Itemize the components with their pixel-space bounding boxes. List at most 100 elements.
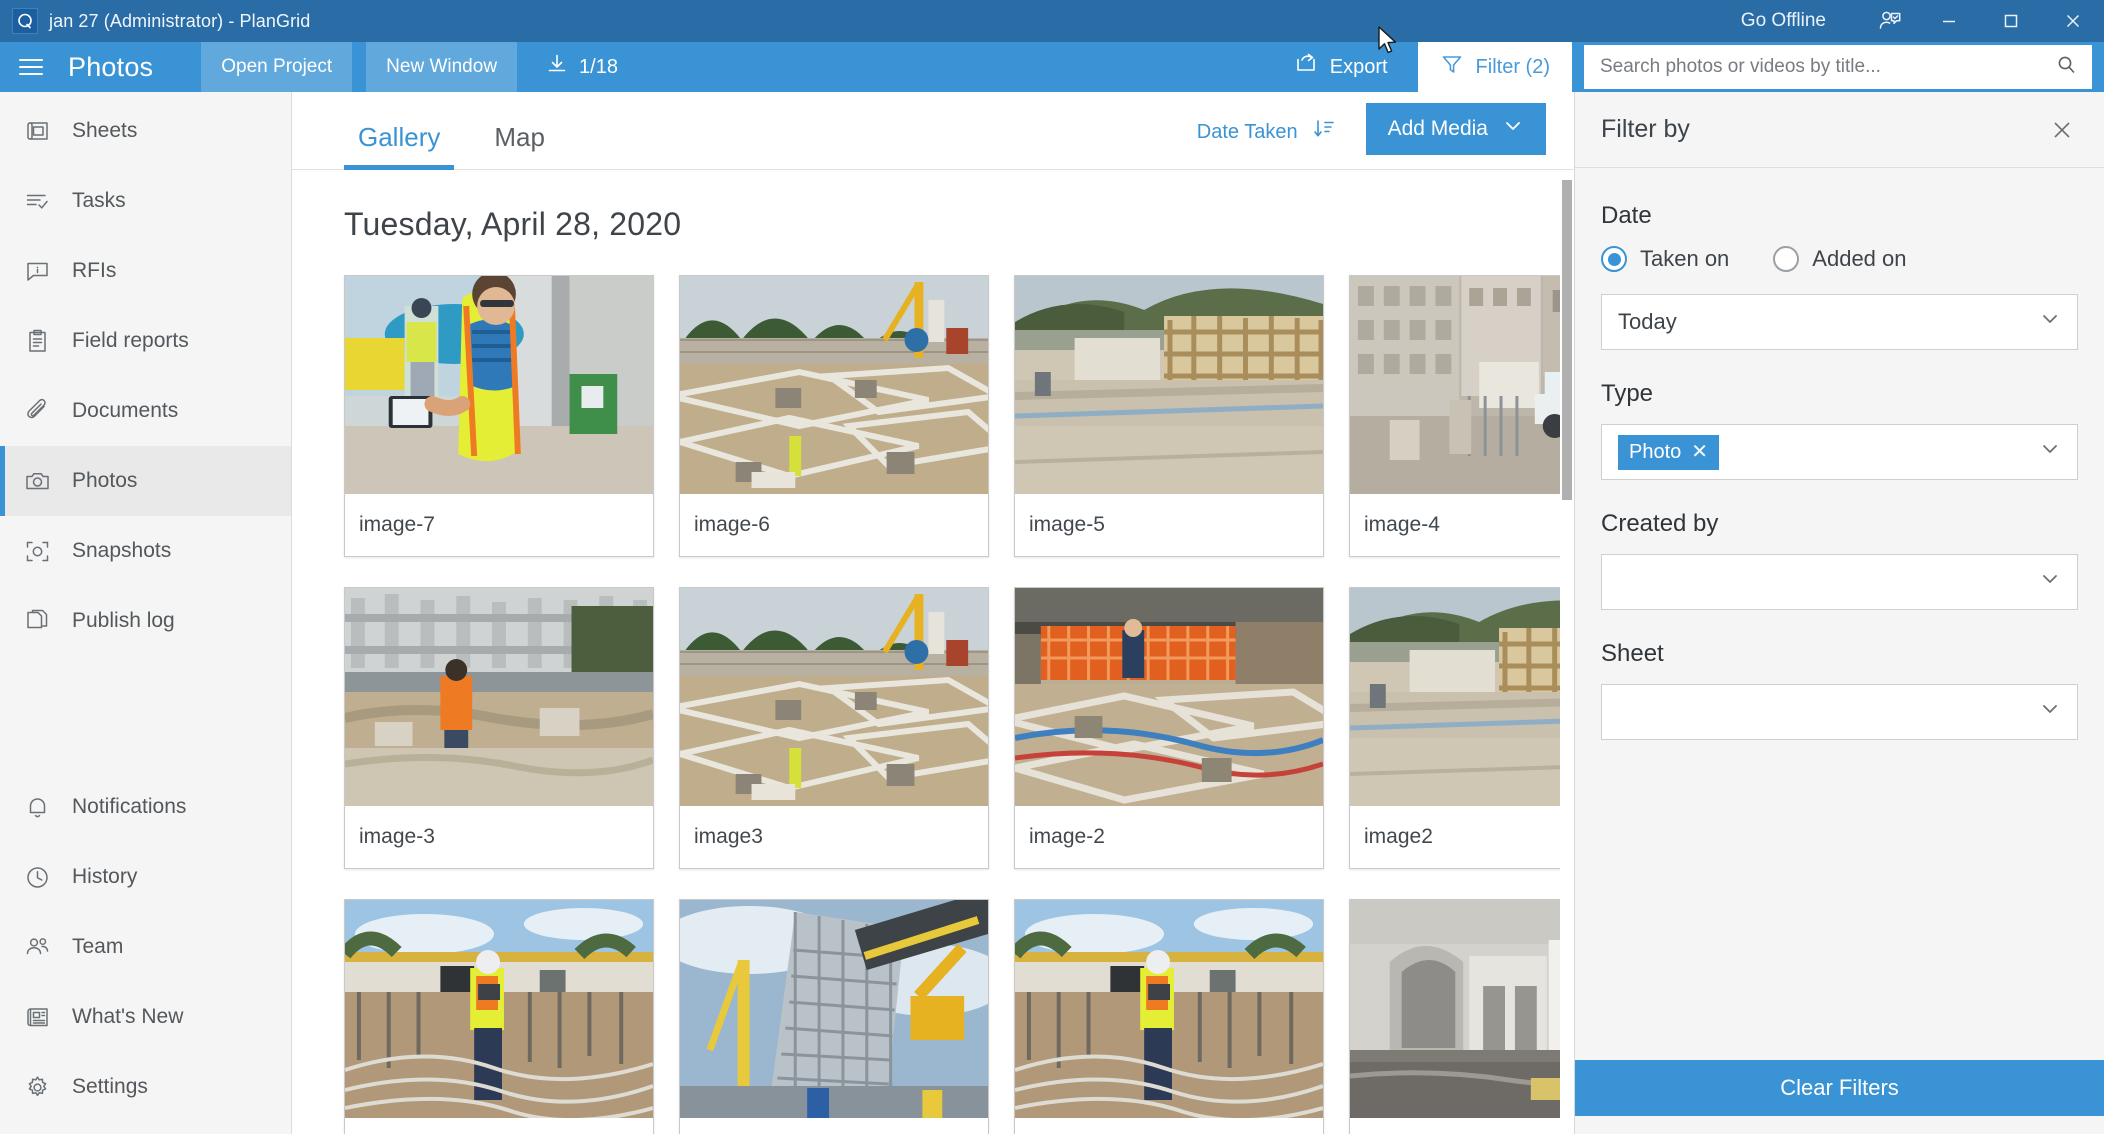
photo-title: image0 (1350, 1118, 1574, 1134)
radio-dot (1773, 246, 1800, 272)
photo-thumbnail-rebar-orange-fence[interactable] (1015, 588, 1323, 806)
open-project-button[interactable]: Open Project (201, 42, 353, 92)
scrollbar-thumb[interactable] (1562, 180, 1572, 500)
export-label: Export (1329, 55, 1388, 78)
sidebar-item-field-reports[interactable]: Field reports (0, 306, 291, 376)
date-group-heading: Tuesday, April 28, 2020 (344, 206, 682, 242)
photo-grid: image-7 image-6 image-5 image-4 image-3 … (344, 275, 1574, 1134)
bell-icon (22, 792, 52, 822)
close-icon[interactable] (2046, 114, 2078, 146)
photo-card[interactable]: image-4 (1349, 275, 1574, 557)
search-input[interactable] (1584, 45, 2092, 89)
sidebar-item-label: History (72, 865, 138, 888)
photo-card[interactable]: image2 (1349, 587, 1574, 869)
photo-thumbnail-urban-street-excavator[interactable] (1350, 276, 1574, 494)
close-icon[interactable] (2042, 0, 2104, 42)
gallery-scroll-region: Tuesday, April 28, 2020 image-7 image-6 … (292, 170, 1574, 1134)
gallery-scrollbar[interactable] (1560, 170, 1574, 1134)
add-media-button[interactable]: Add Media (1365, 103, 1546, 155)
app-toolbar: Photos Open Project New Window 1/18 Expo… (0, 42, 2104, 92)
photo-thumbnail-rebar-worker-sky[interactable] (1015, 900, 1323, 1118)
radio-added-on[interactable]: Added on (1773, 246, 1907, 272)
tab-map[interactable]: Map (480, 122, 559, 169)
filter-panel-title: Filter by (1601, 115, 1690, 143)
sort-control[interactable]: Date Taken (1197, 117, 1336, 169)
tasks-checklist-icon (22, 186, 52, 216)
photo-card[interactable]: image-5 (1014, 275, 1324, 557)
photo-card[interactable]: image0 (1349, 899, 1574, 1134)
funnel-filter-icon (1440, 52, 1464, 82)
maximize-icon[interactable] (1980, 0, 2042, 42)
download-progress[interactable]: 1/18 (539, 52, 624, 82)
type-select[interactable]: Photo ✕ (1601, 424, 2078, 480)
sidebar-navigation: Sheets Tasks RFIs Field reports Document… (0, 92, 292, 1134)
new-window-button[interactable]: New Window (366, 42, 518, 92)
gallery-tabs-bar: Gallery Map Date Taken Add Media (292, 92, 1574, 170)
radio-label: Taken on (1640, 246, 1730, 271)
copy-pages-icon (22, 606, 52, 636)
go-offline-button[interactable]: Go Offline (1741, 10, 1826, 32)
sidebar-item-settings[interactable]: Settings (0, 1052, 291, 1122)
radio-taken-on[interactable]: Taken on (1601, 246, 1729, 272)
sidebar-item-photos[interactable]: Photos (0, 446, 291, 516)
photo-card[interactable]: image-6 (679, 275, 989, 557)
photo-title: image-0 (1015, 1118, 1323, 1134)
page-title: Photos (68, 51, 154, 82)
clear-filters-button[interactable]: Clear Filters (1575, 1060, 2104, 1116)
sidebar-item-notifications[interactable]: Notifications (0, 772, 291, 842)
photo-thumbnail-foundation-crane-trees[interactable] (680, 276, 988, 494)
photo-card[interactable]: image3 (679, 587, 989, 869)
search-box[interactable] (1584, 45, 2092, 89)
people-icon (22, 932, 52, 962)
sidebar-item-tasks[interactable]: Tasks (0, 166, 291, 236)
sidebar-item-snapshots[interactable]: Snapshots (0, 516, 291, 586)
hamburger-menu-icon[interactable] (0, 42, 62, 92)
chevron-down-icon (2039, 568, 2061, 596)
chip-remove-icon[interactable]: ✕ (1691, 442, 1708, 462)
sidebar-item-team[interactable]: Team (0, 912, 291, 982)
camera-icon (22, 466, 52, 496)
gallery-content: Tuesday, April 28, 2020 image-7 image-6 … (292, 170, 1574, 1134)
photo-thumbnail-worker-tablet-pipes[interactable] (345, 276, 653, 494)
photo-thumbnail-scaffold-crane-boom[interactable] (680, 900, 988, 1118)
snapshot-frame-icon (22, 536, 52, 566)
sidebar-item-whats-new[interactable]: What's New (0, 982, 291, 1052)
window-title: jan 27 (Administrator) - PlanGrid (49, 10, 311, 31)
sheet-select[interactable] (1601, 684, 2078, 740)
minimize-icon[interactable] (1918, 0, 1980, 42)
type-chip-photo[interactable]: Photo ✕ (1618, 434, 1720, 470)
photo-thumbnail-site-worker-rubble[interactable] (345, 588, 653, 806)
clipboard-icon (22, 326, 52, 356)
photo-thumbnail-rebar-worker-sky[interactable] (345, 900, 653, 1118)
photo-card[interactable]: image1 (679, 899, 989, 1134)
sidebar-item-documents[interactable]: Documents (0, 376, 291, 446)
filter-button[interactable]: Filter (2) (1417, 42, 1572, 92)
sidebar-item-label: Settings (72, 1075, 148, 1098)
photo-thumbnail-foundation-crane-trees[interactable] (680, 588, 988, 806)
export-button[interactable]: Export (1279, 42, 1402, 92)
sidebar-item-sheets[interactable]: Sheets (0, 96, 291, 166)
sidebar-item-label: Team (72, 935, 124, 958)
photo-thumbnail-interior-hallway[interactable] (1350, 900, 1574, 1118)
photo-card[interactable]: image-0 (1014, 899, 1324, 1134)
tab-gallery[interactable]: Gallery (344, 122, 455, 170)
sidebar-item-label: RFIs (72, 259, 117, 282)
user-check-icon[interactable] (1862, 0, 1918, 42)
sidebar-item-label: Snapshots (72, 539, 172, 562)
sidebar-item-label: Tasks (72, 189, 126, 212)
sidebar-item-rfis[interactable]: RFIs (0, 236, 291, 306)
photo-card[interactable]: image-3 (344, 587, 654, 869)
photo-card[interactable]: image-2 (1014, 587, 1324, 869)
sidebar-item-label: Documents (72, 399, 179, 422)
gear-icon (22, 1072, 52, 1102)
date-range-select[interactable]: Today (1601, 294, 2078, 350)
photo-card[interactable]: image-7 (344, 275, 654, 557)
photo-thumbnail-timber-frame-hillside[interactable] (1015, 276, 1323, 494)
created-by-select[interactable] (1601, 554, 2078, 610)
chevron-down-icon (1502, 115, 1524, 143)
photo-card[interactable]: image-1 (344, 899, 654, 1134)
sidebar-item-publish-log[interactable]: Publish log (0, 586, 291, 656)
photo-thumbnail-timber-frame-hillside[interactable] (1350, 588, 1574, 806)
sidebar-item-history[interactable]: History (0, 842, 291, 912)
